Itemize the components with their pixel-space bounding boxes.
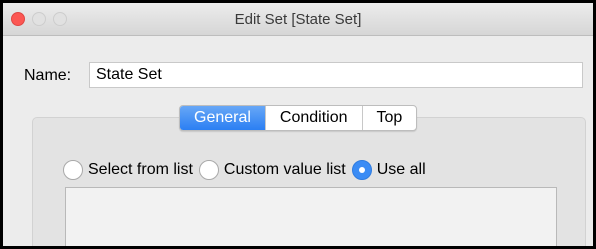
radio-use-all-label[interactable]: Use all (377, 161, 426, 179)
radio-select-from-list-label[interactable]: Select from list (88, 161, 193, 179)
tab-top[interactable]: Top (361, 106, 417, 130)
tab-condition[interactable]: Condition (264, 106, 362, 130)
radio-custom-value-list-label[interactable]: Custom value list (224, 161, 346, 179)
selection-mode-radio-group: Select from list Custom value list Use a… (63, 160, 432, 180)
values-list-box[interactable] (65, 187, 557, 246)
window-title: Edit Set [State Set] (234, 11, 362, 28)
radio-custom-value-list[interactable] (198, 160, 219, 180)
radio-select-from-list[interactable] (63, 160, 83, 180)
name-label: Name: (24, 67, 72, 84)
tab-bar: General Condition Top (179, 105, 418, 131)
radio-use-all[interactable] (351, 160, 372, 180)
edit-set-dialog: Edit Set [State Set] Name: General Condi… (0, 0, 596, 249)
name-input[interactable] (89, 62, 583, 88)
tab-general[interactable]: General (180, 106, 265, 130)
title-bar[interactable]: Edit Set [State Set] (3, 3, 593, 36)
